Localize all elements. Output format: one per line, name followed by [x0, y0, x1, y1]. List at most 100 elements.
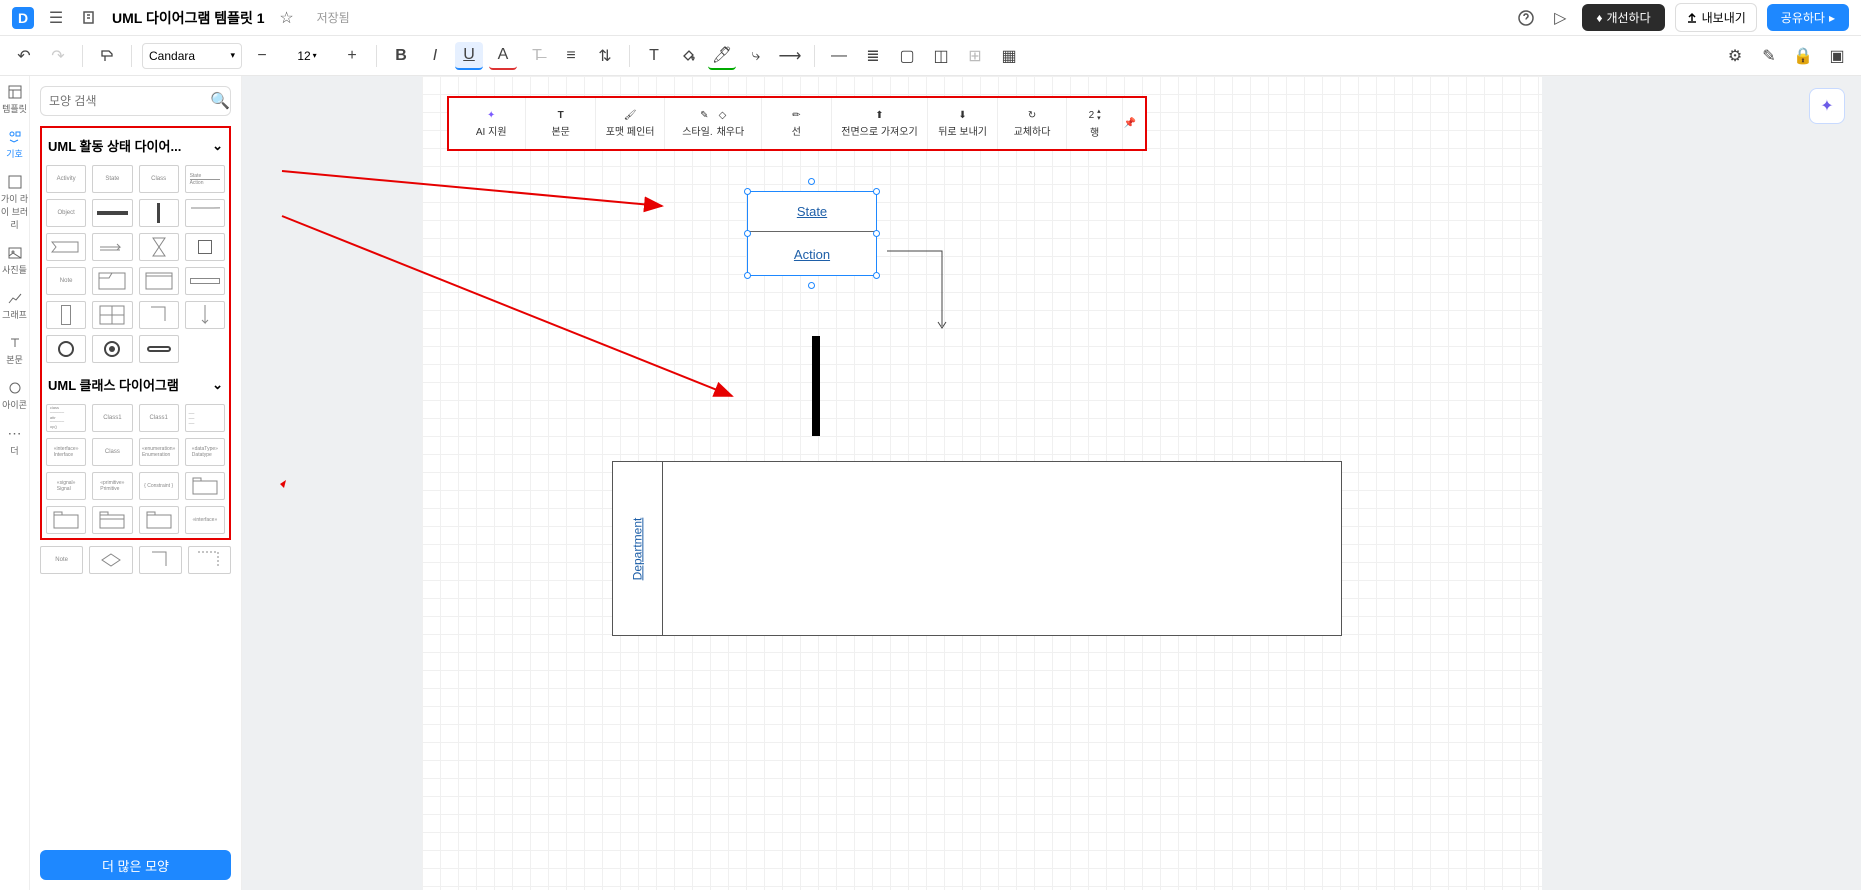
search-icon[interactable]: 🔍	[210, 91, 230, 111]
ai-assistant-button[interactable]: ✦	[1809, 88, 1845, 124]
sync-bar[interactable]	[812, 336, 820, 436]
action-label[interactable]: Action	[748, 232, 876, 276]
rail-template[interactable]: 템플릿	[1, 84, 29, 115]
rail-chart[interactable]: 그래프	[1, 290, 29, 321]
shape-square[interactable]	[185, 233, 225, 261]
shape-thin[interactable]	[185, 267, 225, 295]
shape-twobar[interactable]	[46, 301, 86, 329]
export-button[interactable]: 내보내기	[1675, 3, 1757, 32]
shape-search-input[interactable]	[49, 94, 204, 108]
image-button[interactable]: ▦	[995, 42, 1023, 70]
undo-button[interactable]: ↶	[10, 42, 38, 70]
shape-package[interactable]	[185, 472, 225, 500]
shape-pill[interactable]	[139, 335, 179, 363]
shape-circle[interactable]	[46, 335, 86, 363]
canvas[interactable]: ✦AI 지원 T본문 🖌포맷 페인터 ✎◇스타일.채우다 ✏선 ⬆전면으로 가져…	[422, 76, 1542, 890]
connector-arrow[interactable]	[882, 246, 952, 336]
clear-format-button[interactable]: T̶	[523, 42, 551, 70]
star-icon[interactable]: ☆	[275, 6, 299, 30]
rail-more[interactable]: ⋯더	[1, 425, 29, 457]
list-button[interactable]: ≣	[859, 42, 887, 70]
share-button[interactable]: 공유하다▸	[1767, 4, 1849, 31]
font-size-increase[interactable]: +	[338, 42, 366, 70]
shape-pkg3[interactable]	[92, 506, 132, 534]
shape-arrow-down[interactable]	[185, 301, 225, 329]
shape-flow[interactable]	[92, 233, 132, 261]
float-pin-icon[interactable]: 📌	[1123, 118, 1137, 129]
shape-activity[interactable]: Activity	[46, 165, 86, 193]
line-spacing-button[interactable]: ⇅	[591, 42, 619, 70]
shape-class[interactable]: Class	[139, 165, 179, 193]
align-button[interactable]: ≡	[557, 42, 585, 70]
shape-state[interactable]: State	[92, 165, 132, 193]
shape-grid4[interactable]	[92, 301, 132, 329]
shape-hbar[interactable]	[92, 199, 132, 227]
shape-interface1[interactable]: «interface»Interface	[46, 438, 86, 466]
rail-photos[interactable]: 사진들	[1, 245, 29, 276]
underline-button[interactable]: U	[455, 42, 483, 70]
shape-primitive[interactable]: «primitive»Primitive	[92, 472, 132, 500]
float-ai[interactable]: ✦AI 지원	[457, 98, 526, 149]
redo-button[interactable]: ↷	[44, 42, 72, 70]
highlight-button[interactable]: 🖊	[708, 42, 736, 70]
shape-circle-dot[interactable]	[92, 335, 132, 363]
connector-button[interactable]: ⤷	[742, 42, 770, 70]
rail-library[interactable]: 가이 라이 브러리	[1, 174, 29, 231]
shape-vbar[interactable]	[139, 199, 179, 227]
float-row[interactable]: 2▴▾행	[1067, 98, 1123, 149]
shape-class4[interactable]: ──────	[185, 404, 225, 432]
swimlane-body[interactable]	[663, 462, 1341, 635]
menu-icon[interactable]: ☰	[44, 6, 68, 30]
shape-pkg2[interactable]	[46, 506, 86, 534]
font-color-button[interactable]: A	[489, 42, 517, 70]
font-size-decrease[interactable]: −	[248, 42, 276, 70]
float-format[interactable]: 🖌포맷 페인터	[596, 98, 665, 149]
float-replace[interactable]: ↻교체하다	[998, 98, 1067, 149]
shape-receive[interactable]	[46, 233, 86, 261]
shadow-button[interactable]: ◫	[927, 42, 955, 70]
app-logo[interactable]: D	[12, 7, 34, 29]
shape-dashed[interactable]	[188, 546, 231, 574]
shape-class3[interactable]: Class1	[139, 404, 179, 432]
float-body[interactable]: T본문	[526, 98, 595, 149]
shape-interface2[interactable]: Class	[92, 438, 132, 466]
state-label[interactable]: State	[748, 192, 876, 232]
text-tool-button[interactable]: T	[640, 42, 668, 70]
rail-icons[interactable]: 아이콘	[1, 380, 29, 411]
search-icon[interactable]: ⚙	[1721, 42, 1749, 70]
rail-text[interactable]: 본문	[1, 335, 29, 366]
more-shapes-button[interactable]: 더 많은 모양	[40, 850, 231, 880]
shape-hourglass[interactable]	[139, 233, 179, 261]
swimlane-department[interactable]: Department	[612, 461, 1342, 636]
shape-constraint[interactable]: { Constraint }	[139, 472, 179, 500]
shape-diamond[interactable]	[89, 546, 132, 574]
shape-class1[interactable]: class─────attr─────op()	[46, 404, 86, 432]
table-button[interactable]: ⊞	[961, 42, 989, 70]
shape-signal[interactable]	[185, 199, 225, 227]
shape-enum[interactable]: «enumeration»Enumeration	[139, 438, 179, 466]
format-painter-icon[interactable]	[93, 42, 121, 70]
shape-signal2[interactable]: «signal»Signal	[46, 472, 86, 500]
help-icon[interactable]	[1514, 6, 1538, 30]
float-line[interactable]: ✏선	[762, 98, 831, 149]
document-title[interactable]: UML 다이어그램 템플릿 1	[112, 8, 265, 28]
float-back[interactable]: ⬇뒤로 보내기	[928, 98, 997, 149]
italic-button[interactable]: I	[421, 42, 449, 70]
play-icon[interactable]: ▷	[1548, 6, 1572, 30]
shape-pkg4[interactable]	[139, 506, 179, 534]
shape-datatype[interactable]: «dataType»Datatype	[185, 438, 225, 466]
line-style-button[interactable]: —	[825, 42, 853, 70]
state-shape[interactable]: State Action	[747, 191, 877, 276]
layout-icon[interactable]: ▣	[1823, 42, 1851, 70]
shape-note[interactable]: Note	[46, 267, 86, 295]
fill-button[interactable]	[674, 42, 702, 70]
shape-note2[interactable]: Note	[40, 546, 83, 574]
float-front[interactable]: ⬆전면으로 가져오기	[832, 98, 929, 149]
shape-state-action[interactable]: StateAction	[185, 165, 225, 193]
font-size-input[interactable]: 12▾	[282, 43, 332, 69]
shape-frame[interactable]	[92, 267, 132, 295]
bold-button[interactable]: B	[387, 42, 415, 70]
shape-pkg5[interactable]: «interface»	[185, 506, 225, 534]
shape-object[interactable]: Object	[46, 199, 86, 227]
section-activity[interactable]: UML 활동 상태 다이어...⌄	[46, 132, 225, 159]
